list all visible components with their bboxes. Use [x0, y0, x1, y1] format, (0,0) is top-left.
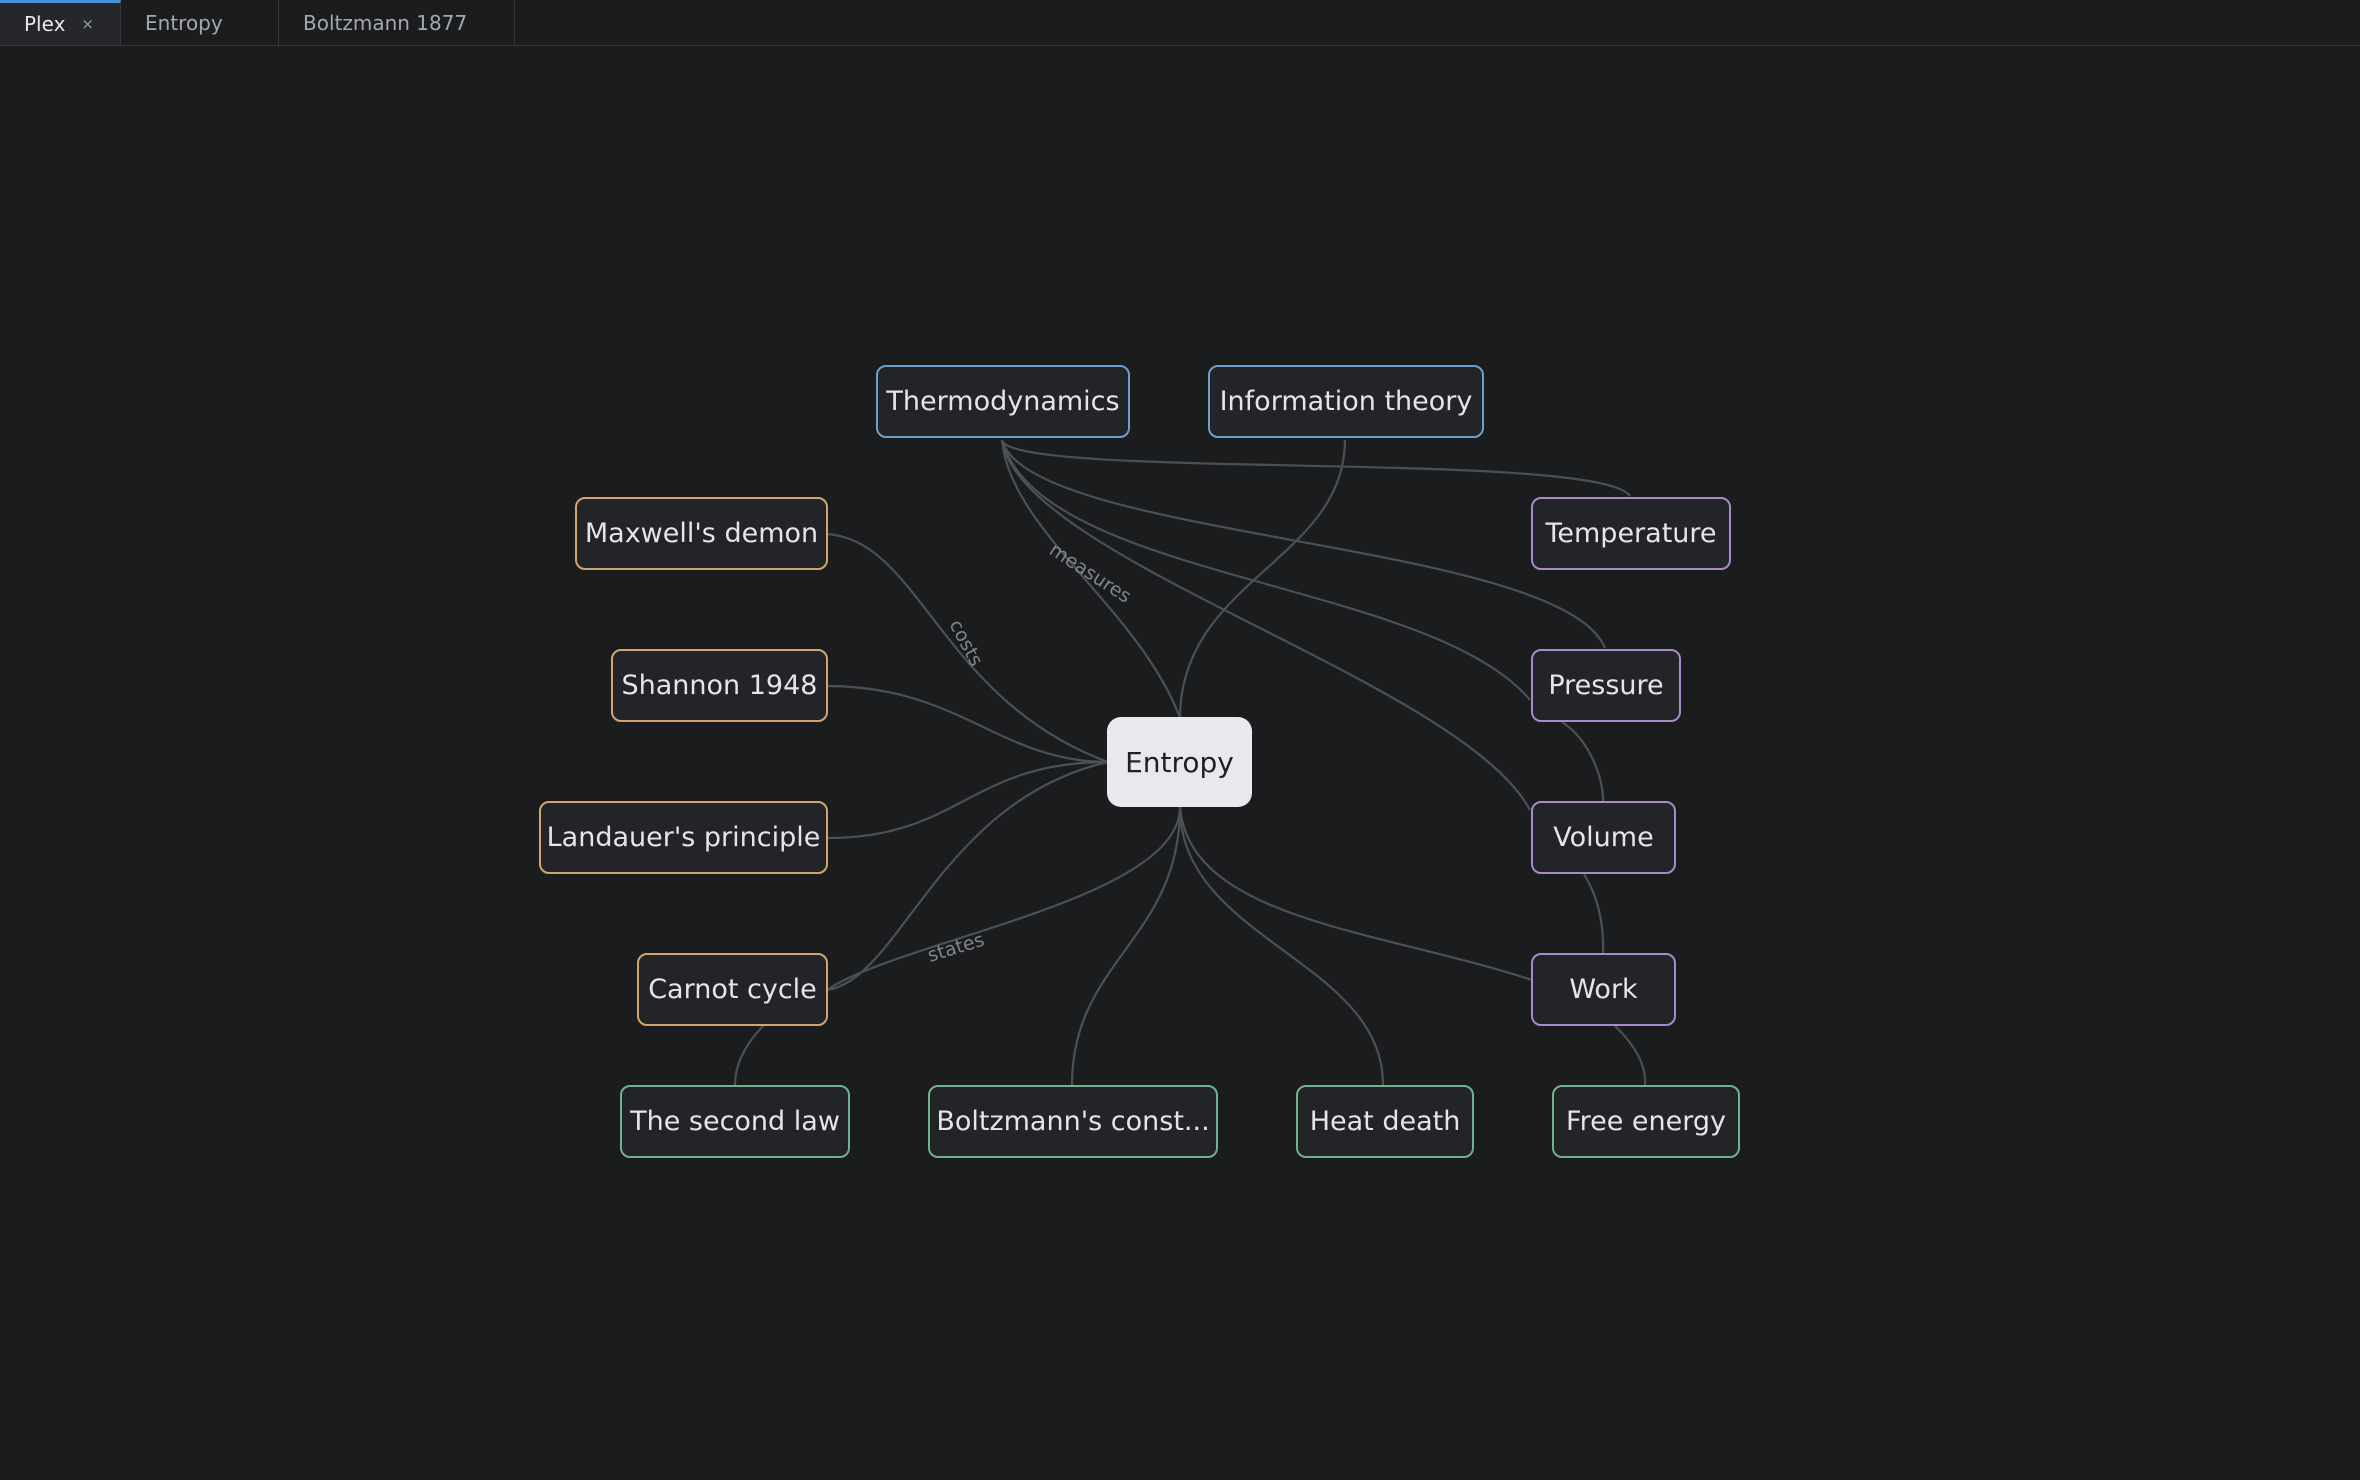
edge-entropy-carnot-lower: [826, 806, 1182, 991]
node-carnot-cycle[interactable]: Carnot cycle: [637, 953, 828, 1026]
edge-thermodynamics-temperature: [1000, 439, 1631, 497]
edge-label-measures: measures: [1045, 539, 1135, 608]
node-second-law[interactable]: The second law: [620, 1085, 850, 1158]
edge-landauer-entropy: [826, 760, 1109, 840]
node-shannon-1948[interactable]: Shannon 1948: [611, 649, 828, 722]
node-entropy-center[interactable]: Entropy: [1107, 717, 1252, 807]
node-thermodynamics[interactable]: Thermodynamics: [876, 365, 1130, 438]
edge-label-states: states: [925, 929, 987, 967]
node-information-theory[interactable]: Information theory: [1208, 365, 1484, 438]
edge-entropy-work: [1178, 806, 1533, 982]
edge-entropy-heat-death: [1178, 806, 1385, 1086]
edge-information-theory-entropy: [1178, 439, 1347, 719]
node-temperature[interactable]: Temperature: [1531, 497, 1731, 570]
node-volume[interactable]: Volume: [1531, 801, 1676, 874]
edge-shannon-entropy: [826, 684, 1109, 764]
node-boltzmanns-constant[interactable]: Boltzmann's const...: [928, 1085, 1218, 1158]
node-work[interactable]: Work: [1531, 953, 1676, 1026]
edge-volume-work: [1583, 873, 1605, 955]
edge-pressure-volume: [1561, 721, 1605, 803]
node-maxwells-demon[interactable]: Maxwell's demon: [575, 497, 828, 570]
edge-entropy-boltzmann: [1070, 806, 1182, 1086]
node-free-energy[interactable]: Free energy: [1552, 1085, 1740, 1158]
edge-thermodynamics-pressure-a: [1000, 439, 1607, 649]
edge-carnot-second-law: [733, 1025, 764, 1086]
node-landauers-principle[interactable]: Landauer's principle: [539, 801, 828, 874]
node-heat-death[interactable]: Heat death: [1296, 1085, 1474, 1158]
edge-thermodynamics-volume: [1000, 439, 1531, 811]
edge-work-free-energy: [1614, 1025, 1647, 1086]
edge-carnot-entropy-upper: [826, 760, 1109, 992]
node-pressure[interactable]: Pressure: [1531, 649, 1681, 722]
